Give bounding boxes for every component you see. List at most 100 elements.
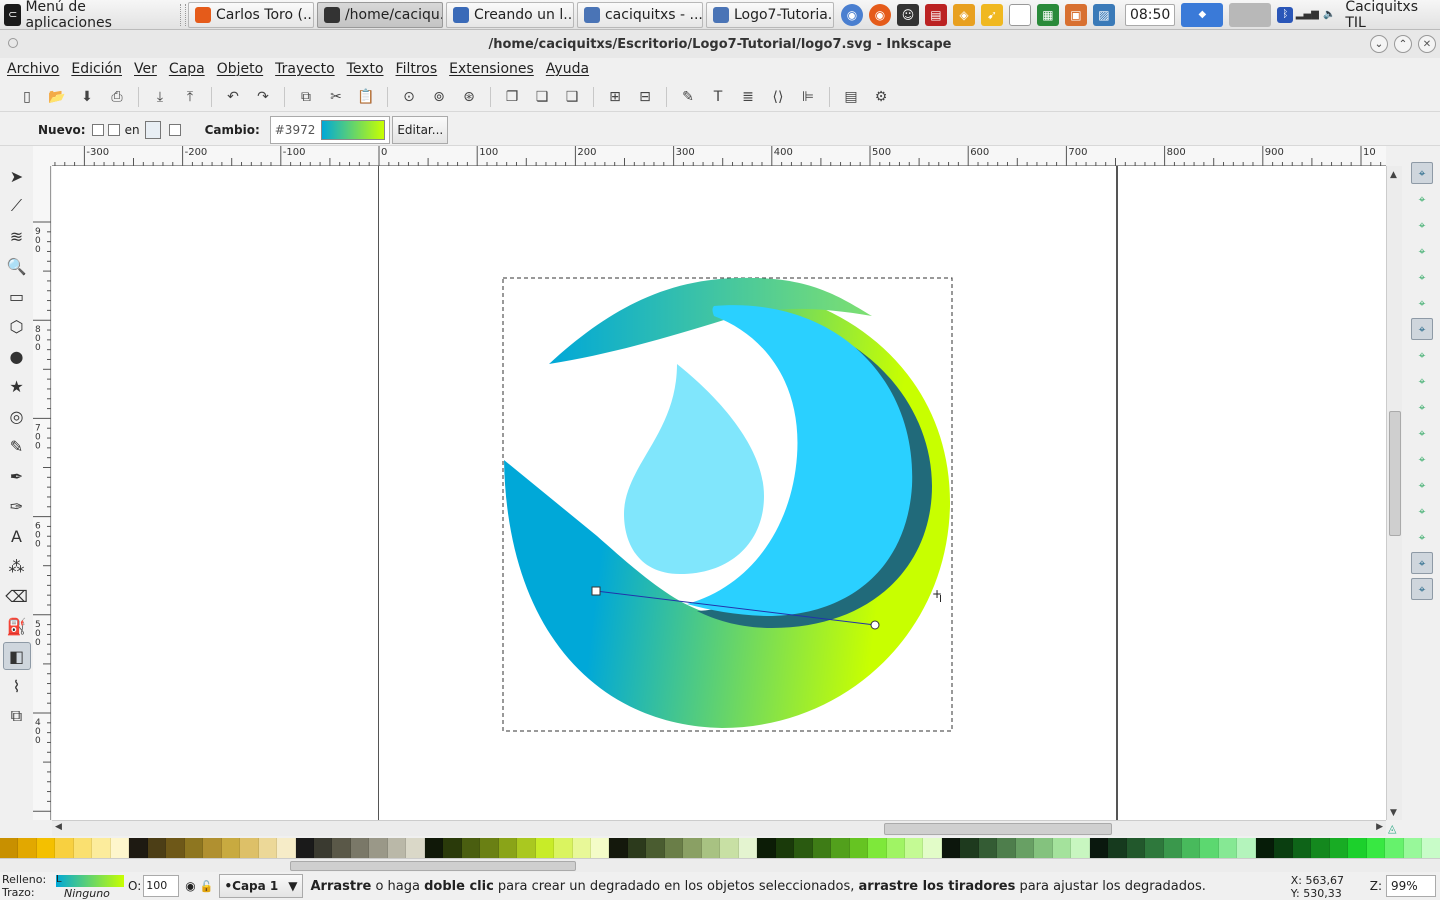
palette-swatch[interactable] [1422,838,1440,858]
minimize-icon[interactable]: ⌄ [1370,35,1388,53]
close-icon[interactable]: ✕ [1418,35,1436,53]
palette-swatch[interactable] [978,838,998,858]
print-icon[interactable]: ⎙ [106,86,128,108]
applications-menu[interactable]: ⊂ Menú de aplicaciones [0,0,178,31]
menu-extensiones[interactable]: Extensiones [449,61,534,77]
palette-swatch[interactable] [960,838,979,858]
palette-swatch[interactable] [1071,838,1090,858]
zoom-selection-icon[interactable]: ⊙ [398,86,420,108]
ellipse-tool-icon[interactable]: ● [3,342,31,370]
network-icon[interactable]: ▂▄▆ [1296,7,1319,23]
export-icon[interactable]: ⤒ [179,86,201,108]
rect-tool-icon[interactable]: ▭ [3,282,31,310]
snap-intersection-icon[interactable]: ⌖ [1411,370,1433,392]
edit-gradient-button[interactable]: Editar... [392,115,449,144]
cut-icon[interactable]: ✂ [325,86,347,108]
palette-swatch[interactable] [221,838,241,858]
palette-swatch[interactable] [332,838,351,858]
cms-toggle-icon[interactable]: ◬ [1388,822,1396,835]
window-titlebar[interactable]: /home/caciquitxs/Escritorio/Logo7-Tutori… [0,30,1440,58]
palette-swatch[interactable] [923,838,942,858]
palette-swatch[interactable] [572,838,591,858]
palette-swatch[interactable] [1348,838,1367,858]
palette-scroll-thumb[interactable] [290,861,576,871]
snap-bbox-edge-mid-icon[interactable]: ⌖ [1411,266,1433,288]
menu-ver[interactable]: Ver [134,61,157,77]
group-icon[interactable]: ⊞ [604,86,626,108]
snap-enable-icon[interactable]: ⌖ [1411,162,1433,184]
pen-tool-icon[interactable]: ✒ [3,462,31,490]
undo-icon[interactable]: ↶ [222,86,244,108]
xml-editor-icon[interactable]: ⟨⟩ [767,86,789,108]
palette-swatch[interactable] [554,838,573,858]
copy-icon[interactable]: ⧉ [295,86,317,108]
palette-swatch[interactable] [1311,838,1330,858]
palette-swatch[interactable] [240,838,259,858]
menu-ayuda[interactable]: Ayuda [546,61,589,77]
apply-fill-icon[interactable] [144,120,161,139]
horizontal-scroll-thumb[interactable] [884,823,1112,835]
palette-swatch[interactable] [110,838,130,858]
snap-paths-icon[interactable]: ⌖ [1411,344,1433,366]
palette-swatch[interactable] [1237,838,1256,858]
palette-swatch[interactable] [812,838,832,858]
palette-swatch[interactable] [277,838,296,858]
inkscape-tray-icon[interactable]: ◆ [1181,2,1224,27]
palette-swatch[interactable] [1292,838,1312,858]
snap-bbox-edge-icon[interactable]: ⌖ [1411,214,1433,236]
layers-icon[interactable]: ≣ [737,86,759,108]
palette-swatch[interactable] [1108,838,1127,858]
palette-swatch[interactable] [664,838,684,858]
volume-icon[interactable]: 🔈 [1321,7,1337,23]
scroll-right-icon[interactable]: ▶ [1376,822,1383,832]
clone-icon[interactable]: ❏ [531,86,553,108]
layer-selector[interactable]: •Capa 1 ▼ [219,874,303,898]
palette-swatch[interactable] [941,838,961,858]
vertical-scroll-thumb[interactable] [1389,411,1401,536]
palette-swatch[interactable] [1274,838,1293,858]
snap-nodes-icon[interactable]: ⌖ [1411,318,1433,340]
taskbar-window-button[interactable]: /home/caciqu... [316,1,443,28]
palette-swatch[interactable] [1366,838,1386,858]
text-tool-icon[interactable]: A [3,522,31,550]
gradient-selector[interactable]: #3972 [269,115,391,144]
scroll-up-icon[interactable]: ▲ [1390,170,1397,180]
palette-swatch[interactable] [184,838,204,858]
palette-swatch[interactable] [1034,838,1053,858]
palette-swatch[interactable] [1385,838,1404,858]
palette-swatch[interactable] [997,838,1016,858]
opacity-input[interactable]: 100 [143,875,180,897]
apply-stroke-icon[interactable] [168,123,181,136]
snap-bbox-center-icon[interactable]: ⌖ [1411,292,1433,314]
palette-swatch[interactable] [480,838,499,858]
menu-capa[interactable]: Capa [169,61,205,77]
palette-swatch[interactable] [313,838,333,858]
canvas[interactable]: + I [52,166,1386,820]
palette-swatch[interactable] [591,838,610,858]
palette-swatch[interactable] [831,838,850,858]
palette-swatch[interactable] [1163,838,1182,858]
palette-swatch[interactable] [1126,838,1146,858]
zoom-tool-icon[interactable]: 🔍 [3,252,31,280]
doc-props-icon[interactable]: ▤ [840,86,862,108]
palette-swatch[interactable] [369,838,388,858]
layer-lock-icon[interactable]: 🔓 [200,880,214,893]
unlink-clone-icon[interactable]: ❑ [561,86,583,108]
bucket-tool-icon[interactable]: ⛽ [3,612,31,640]
connector-tool-icon[interactable]: ⧉ [3,702,31,730]
palette-swatch[interactable] [147,838,167,858]
palette-swatch[interactable] [258,838,278,858]
snap-midpoint-icon[interactable]: ⌖ [1411,448,1433,470]
palette-swatch[interactable] [18,838,37,858]
horizontal-ruler[interactable]: -300 -200 -100 0 100 200 300 400 500 600 700 800 900… [52,146,1386,166]
palette-swatch[interactable] [1200,838,1219,858]
menu-archivo[interactable]: Archivo [7,61,59,77]
palette-scrollbar[interactable] [0,858,1440,872]
firefox-launcher-icon[interactable]: ◉ [868,3,891,26]
scroll-left-icon[interactable]: ◀ [55,822,62,832]
palette-swatch[interactable] [701,838,721,858]
palette-swatch[interactable] [387,838,407,858]
palette-swatch[interactable] [738,838,758,858]
palette-swatch[interactable] [1145,838,1164,858]
new-radial-icon[interactable] [107,123,120,136]
